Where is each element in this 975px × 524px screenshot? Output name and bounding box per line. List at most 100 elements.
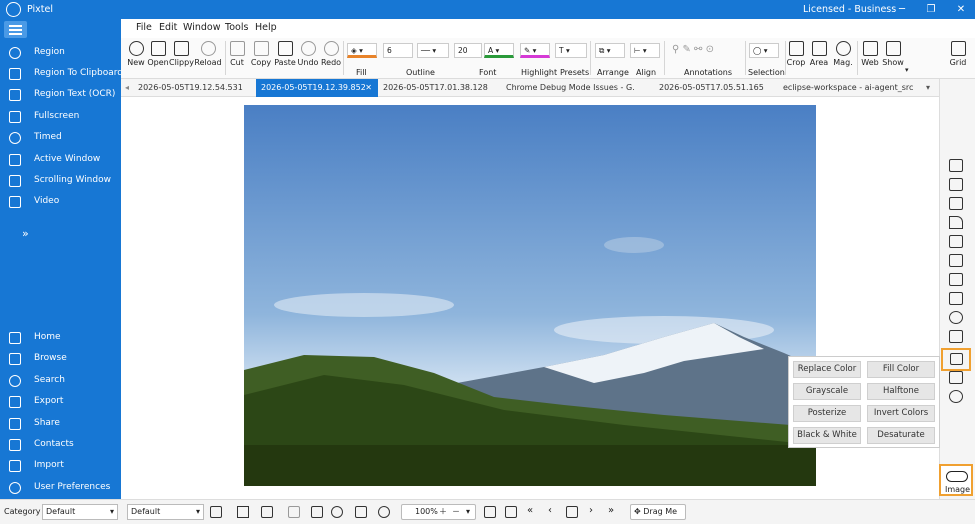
tab-scroll-left-icon[interactable]: ◂ [125,79,135,97]
drag-me-button[interactable]: ✥ Drag Me [630,504,686,520]
sidebar-item-search[interactable]: Search [0,371,121,391]
style-select[interactable]: Default ▾ [127,504,204,520]
flag-icon[interactable] [261,506,273,518]
menu-edit[interactable]: Edit [159,22,177,33]
selection-dropdown[interactable]: ◯ ▾ [749,43,779,58]
sidebar-item-fullscreen[interactable]: Fullscreen [0,107,121,127]
history-icon[interactable] [378,506,390,518]
web-button[interactable]: Web [859,38,881,76]
restore-button[interactable]: ❐ [922,2,940,17]
color-adjust-button[interactable] [941,348,971,371]
tab-document[interactable]: 2026-05-05T17.05.51.165 [659,79,777,97]
highlight-color-dropdown[interactable]: ✎ ▾ [520,43,550,58]
tab-document[interactable]: Chrome Debug Mode Issues - G... [506,79,634,97]
notes-icon[interactable] [210,506,222,518]
outline-style-dropdown[interactable]: ── ▾ [417,43,449,58]
perspective-icon[interactable] [949,235,963,248]
image-mode-toggle[interactable]: Image [939,464,973,496]
annotation-tools[interactable]: ⚲ ✎ ⚯ ⊙ [669,43,745,58]
sidebar-item-user-preferences[interactable]: User Preferences [0,478,121,498]
invert-colors-button[interactable]: Invert Colors [867,405,935,422]
tab-document[interactable]: 2026-05-05T19.12.54.531 [138,79,256,97]
sidebar-item-timed[interactable]: Timed [0,128,121,148]
star-icon[interactable] [237,506,249,518]
caption-icon[interactable] [949,330,963,343]
undo-button[interactable]: Undo [297,38,319,76]
sidebar-item-region[interactable]: Region [0,43,121,63]
fill-color-dropdown[interactable]: ◈ ▾ [347,43,377,58]
copy-button[interactable]: Copy [249,38,273,76]
chevron-down-icon[interactable]: ▾ [466,505,470,519]
sidebar-item-export[interactable]: Export [0,392,121,412]
menu-file[interactable]: File [136,22,152,33]
last-page-icon[interactable]: » [608,505,614,516]
settings-gear-icon[interactable] [949,390,963,403]
crop-image-icon[interactable] [949,178,963,191]
link-icon[interactable] [355,506,367,518]
menu-window[interactable]: Window [183,22,220,33]
menu-tools[interactable]: Tools [225,22,248,33]
posterize-button[interactable]: Posterize [793,405,861,422]
tab-document[interactable]: eclipse-workspace - ai-agent_src... [783,79,913,97]
mirror-icon[interactable] [949,216,963,229]
minimize-button[interactable]: ─ [893,2,911,17]
previous-page-icon[interactable]: ‹ [548,505,552,516]
magic-wand-icon[interactable] [949,273,963,286]
black-and-white-button[interactable]: Black & White [793,427,861,444]
zoom-out-icon[interactable]: － [452,505,460,519]
presets-dropdown[interactable]: T ▾ [555,43,587,58]
desaturate-button[interactable]: Desaturate [867,427,935,444]
actual-size-icon[interactable] [505,506,517,518]
sidebar-item-browse[interactable]: Browse [0,349,121,369]
align-dropdown[interactable]: ⊢ ▾ [630,43,660,58]
sidebar-item-import[interactable]: Import [0,456,121,476]
puzzle-icon[interactable] [949,311,963,324]
fit-to-window-icon[interactable] [484,506,496,518]
watermark-icon[interactable] [949,371,963,384]
resize-canvas-icon[interactable] [949,159,963,172]
first-page-icon[interactable]: « [527,505,533,516]
sidebar-item-region-text-ocr[interactable]: Region Text (OCR) [0,85,121,105]
flip-icon[interactable] [949,197,963,210]
arrange-dropdown[interactable]: ⧉ ▾ [595,43,625,58]
hamburger-menu-icon[interactable] [4,21,27,38]
sidebar-item-home[interactable]: Home [0,328,121,348]
sidebar-item-share[interactable]: Share [0,414,121,434]
grayscale-button[interactable]: Grayscale [793,383,861,400]
tab-list-chevron-icon[interactable]: ▾ [919,79,937,97]
grid-button[interactable]: Grid [947,38,969,76]
open-button[interactable]: Open [146,38,170,76]
effects-wand-icon[interactable] [949,292,963,305]
category-select[interactable]: Default ▾ [42,504,118,520]
clippy-button[interactable]: Clippy [169,38,194,76]
bookmark-icon[interactable] [288,506,300,518]
sidebar-item-scrolling-window[interactable]: Scrolling Window [0,171,121,191]
paste-button[interactable]: Paste [273,38,297,76]
font-color-dropdown[interactable]: A ▾ [484,43,514,58]
area-button[interactable]: Area [808,38,830,76]
expand-sidebar-icon[interactable]: » [22,227,29,240]
page-view-icon[interactable] [566,506,578,518]
new-button[interactable]: New [124,38,148,76]
close-tab-icon[interactable]: ✕ [365,79,372,97]
font-size-dropdown[interactable]: 20 [454,43,482,58]
replace-color-button[interactable]: Replace Color [793,361,861,378]
next-page-icon[interactable]: › [589,505,593,516]
crop-button[interactable]: Crop [786,38,806,76]
magnify-button[interactable]: Mag. [831,38,855,76]
sidebar-item-active-window[interactable]: Active Window [0,150,121,170]
halftone-button[interactable]: Halftone [867,383,935,400]
zoom-in-icon[interactable]: ＋ [439,505,447,519]
info-icon[interactable] [331,506,343,518]
tab-document-active[interactable]: 2026-05-05T19.12.39.852 ✕ [256,79,378,97]
tab-document[interactable]: 2026-05-05T17.01.38.128 [383,79,501,97]
cut-button[interactable]: Cut [228,38,246,76]
close-button[interactable]: ✕ [952,2,970,17]
tag-icon[interactable] [311,506,323,518]
zoom-control[interactable]: 100% ＋ － ▾ [401,504,476,520]
menu-help[interactable]: Help [255,22,277,33]
show-button[interactable]: Show [882,38,904,76]
picture-frame-icon[interactable] [949,254,963,267]
sidebar-item-region-to-clipboard[interactable]: Region To Clipboard [0,64,123,84]
reload-button[interactable]: Reload [194,38,222,76]
